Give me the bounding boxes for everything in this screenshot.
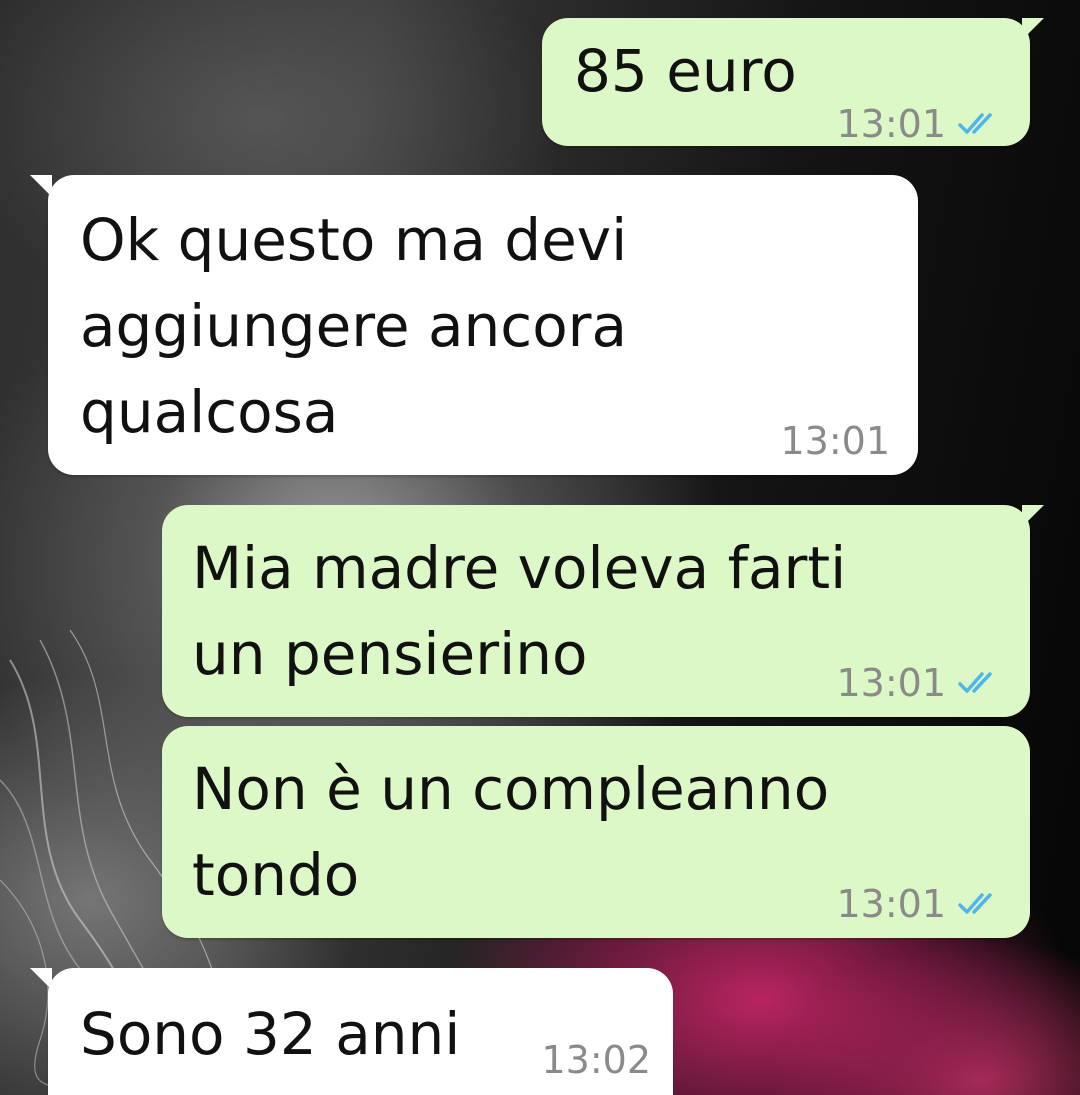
message-text-line: qualcosa xyxy=(80,378,339,446)
outgoing-message-bubble[interactable]: 85 euro 13:01 xyxy=(542,18,1044,146)
message-time: 13:01 xyxy=(836,882,946,926)
message-text-line: Mia madre voleva farti xyxy=(192,534,847,602)
message-time: 13:01 xyxy=(836,102,946,146)
message-time: 13:02 xyxy=(541,1038,651,1082)
bubble-tail xyxy=(30,968,52,990)
message-text-line: Ok questo ma devi xyxy=(80,206,628,274)
read-double-check-icon xyxy=(958,672,992,693)
message-text-line: un pensierino xyxy=(192,620,588,688)
incoming-message-bubble[interactable]: Sono 32 anni 13:02 xyxy=(30,968,673,1095)
read-double-check-icon xyxy=(958,113,992,134)
bubble-tail xyxy=(1022,505,1044,527)
outgoing-message-bubble[interactable]: Mia madre voleva farti un pensierino 13:… xyxy=(162,505,1044,717)
message-time: 13:01 xyxy=(836,661,946,705)
message-text: Sono 32 anni xyxy=(80,1000,461,1068)
bubble-tail xyxy=(1022,18,1044,40)
message-text-line: Non è un compleanno xyxy=(192,755,830,823)
message-text: 85 euro xyxy=(574,37,797,105)
read-double-check-icon xyxy=(958,893,992,914)
message-meta: 13:01 xyxy=(836,882,1002,926)
message-time: 13:01 xyxy=(780,419,890,463)
message-meta: 13:02 xyxy=(541,1038,651,1082)
outgoing-message-bubble[interactable]: Non è un compleanno tondo 13:01 xyxy=(162,726,1030,938)
message-meta: 13:01 xyxy=(780,419,890,463)
bubble-tail xyxy=(30,175,52,197)
incoming-message-bubble[interactable]: Ok questo ma devi aggiungere ancora qual… xyxy=(30,175,918,475)
message-meta: 13:01 xyxy=(836,661,1002,705)
message-text-line: aggiungere ancora xyxy=(80,292,628,360)
message-text-line: tondo xyxy=(192,841,360,909)
message-meta: 13:01 xyxy=(836,102,1002,146)
